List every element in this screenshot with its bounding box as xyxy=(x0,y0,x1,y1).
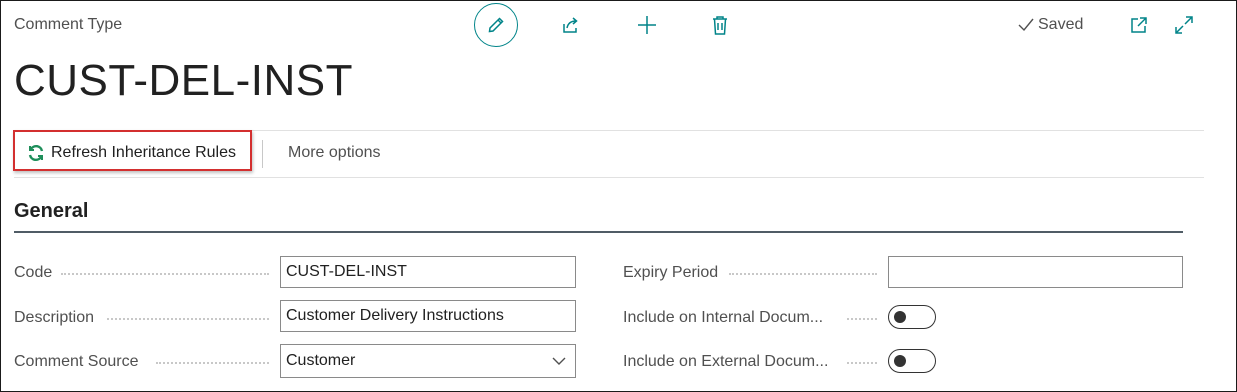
edit-icon xyxy=(488,17,504,33)
include-external-leader-dots xyxy=(847,361,877,364)
save-status: Saved xyxy=(1017,16,1083,34)
code-leader-dots xyxy=(61,272,269,275)
include-external-label: Include on External Docum... xyxy=(623,353,829,370)
action-divider xyxy=(262,140,263,168)
more-options-button[interactable]: More options xyxy=(288,144,381,162)
include-internal-toggle-knob xyxy=(894,311,906,323)
refresh-icon xyxy=(28,144,44,162)
new-icon xyxy=(638,16,656,34)
comment-source-value: Customer xyxy=(286,352,356,369)
delete-button[interactable] xyxy=(708,13,732,37)
open-new-window-button[interactable] xyxy=(1127,13,1151,37)
saved-label: Saved xyxy=(1038,16,1084,33)
expiry-period-field[interactable] xyxy=(888,256,1183,288)
description-leader-dots xyxy=(107,317,269,320)
refresh-inheritance-rules-button[interactable]: Refresh Inheritance Rules xyxy=(27,144,236,162)
checkmark-icon xyxy=(1018,18,1034,32)
delete-icon xyxy=(713,16,727,35)
include-internal-leader-dots xyxy=(847,317,877,320)
open-new-window-icon xyxy=(1131,17,1147,33)
description-label: Description xyxy=(14,309,95,326)
include-external-toggle-knob xyxy=(894,355,906,367)
expiry-period-label: Expiry Period xyxy=(623,264,719,281)
edit-button[interactable] xyxy=(474,3,518,47)
section-rule xyxy=(14,231,1183,233)
new-button[interactable] xyxy=(635,13,659,37)
chevron-down-icon xyxy=(552,357,566,365)
expiry-period-leader-dots xyxy=(729,272,877,275)
record-title: CUST-DEL-INST xyxy=(14,56,353,105)
page-caption: Comment Type xyxy=(14,16,123,33)
share-icon xyxy=(563,17,578,33)
include-external-toggle[interactable] xyxy=(888,349,936,373)
code-field[interactable]: CUST-DEL-INST xyxy=(280,256,576,288)
comment-source-label: Comment Source xyxy=(14,353,139,370)
expand-icon xyxy=(1175,16,1193,34)
description-field[interactable]: Customer Delivery Instructions xyxy=(280,300,576,332)
expand-button[interactable] xyxy=(1172,13,1196,37)
code-label: Code xyxy=(14,264,53,281)
include-internal-label: Include on Internal Docum... xyxy=(623,309,824,326)
action-bar-bottom-divider xyxy=(14,177,1204,178)
comment-type-card: Comment Type CUST-DEL-INST Saved Refresh… xyxy=(0,0,1237,392)
comment-source-select[interactable]: Customer xyxy=(280,344,576,378)
comment-source-leader-dots xyxy=(156,361,269,364)
share-button[interactable] xyxy=(559,13,583,37)
include-internal-toggle[interactable] xyxy=(888,305,936,329)
section-title-general: General xyxy=(14,200,89,222)
refresh-action-label: Refresh Inheritance Rules xyxy=(51,144,236,161)
